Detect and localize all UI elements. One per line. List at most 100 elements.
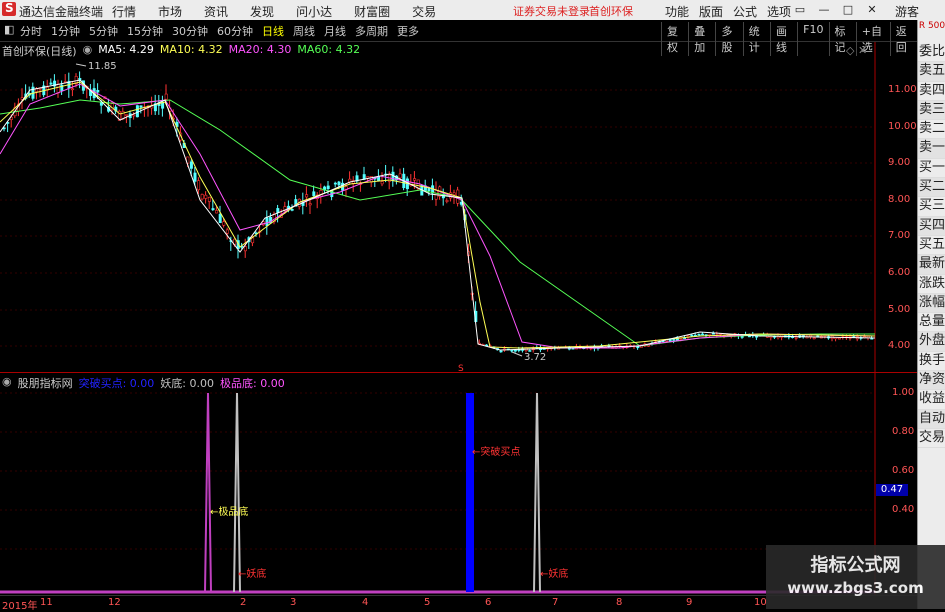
tab-period-intraday[interactable]: 分时 bbox=[20, 23, 42, 39]
current-stock: 首创环保 bbox=[589, 5, 633, 18]
candle-body bbox=[679, 338, 683, 340]
panel-toggle-icon[interactable]: ◧ bbox=[4, 23, 14, 36]
annotation-breakthrough: ←突破买点 bbox=[472, 445, 520, 458]
side-panel-item[interactable]: 卖二 bbox=[918, 120, 945, 140]
side-panel-item[interactable]: 委比 bbox=[918, 43, 945, 63]
x-tick: 2015年 bbox=[2, 601, 38, 612]
side-panel-item[interactable]: 买五 bbox=[918, 236, 945, 256]
r-indicator[interactable]: R 500 bbox=[918, 20, 945, 43]
maximize-icon[interactable]: □ bbox=[836, 2, 860, 18]
menu-item-news[interactable]: 资讯 bbox=[204, 3, 228, 20]
menu-item-quotes[interactable]: 行情 bbox=[112, 3, 136, 20]
side-panel-item[interactable]: 换手 bbox=[918, 352, 945, 372]
menu-item-market[interactable]: 市场 bbox=[158, 3, 182, 20]
side-panel-item[interactable]: 卖三 bbox=[918, 100, 945, 121]
ma60-legend: MA60: 4.32 bbox=[297, 43, 361, 56]
candle-body bbox=[211, 208, 215, 211]
period-toolbar: ◧ 分时 1分钟 5分钟 15分钟 30分钟 60分钟 日线 周线 月线 多周期… bbox=[0, 20, 917, 56]
tab-period-15min[interactable]: 15分钟 bbox=[127, 23, 163, 39]
x-tick: 5 bbox=[424, 597, 431, 608]
side-panel-item[interactable]: 卖一 bbox=[918, 139, 945, 159]
watermark-url: www.zbgs3.com bbox=[787, 579, 924, 597]
menu-item-layout[interactable]: 版面 bbox=[699, 3, 723, 20]
minimize-icon[interactable]: — bbox=[812, 2, 836, 18]
candle-body bbox=[711, 333, 715, 335]
chart-settings-icon[interactable]: ◇ ✕ bbox=[846, 44, 867, 57]
side-panel-item[interactable]: 最新 bbox=[918, 255, 945, 275]
candle-body bbox=[56, 83, 60, 94]
low-price-label: 3.72 bbox=[524, 352, 546, 363]
low-price-pointer bbox=[511, 351, 523, 357]
candle-body bbox=[132, 114, 136, 117]
side-panel-item[interactable]: 买四 bbox=[918, 216, 945, 236]
menu-item-trade[interactable]: 交易 bbox=[412, 3, 436, 20]
menu-item-wealth[interactable]: 财富圈 bbox=[354, 3, 390, 20]
candle-body bbox=[290, 209, 294, 211]
annotation-yaodi-1: ←妖底 bbox=[238, 567, 266, 580]
menu-item-formula[interactable]: 公式 bbox=[733, 3, 757, 20]
candle-body bbox=[333, 182, 337, 185]
side-panel-item[interactable]: 卖五 bbox=[918, 62, 945, 82]
side-panel-item[interactable]: 涨跌 bbox=[918, 275, 945, 294]
x-tick: 6 bbox=[485, 597, 492, 608]
candle-body bbox=[337, 181, 341, 186]
tab-period-more[interactable]: 更多 bbox=[397, 23, 419, 39]
candle-body bbox=[837, 337, 841, 340]
guest-user[interactable]: 游客 bbox=[895, 3, 919, 20]
candle-body bbox=[413, 178, 417, 181]
candle-body bbox=[225, 229, 229, 234]
side-panel-item[interactable]: 卖四 bbox=[918, 82, 945, 101]
annotation-yaodi-2: ←妖底 bbox=[540, 567, 568, 580]
menu-item-function[interactable]: 功能 bbox=[665, 3, 689, 20]
side-panel-item[interactable]: 买三 bbox=[918, 197, 945, 217]
indicator-current-value: 0.47 bbox=[876, 484, 908, 496]
side-panel-item[interactable]: 外盘 bbox=[918, 332, 945, 352]
tab-period-5min[interactable]: 5分钟 bbox=[89, 23, 118, 39]
candle-body bbox=[71, 88, 75, 91]
side-panel-item[interactable]: 自动 bbox=[918, 409, 945, 429]
candle-body bbox=[305, 194, 309, 198]
candle-body bbox=[139, 105, 143, 108]
tab-period-30min[interactable]: 30分钟 bbox=[172, 23, 208, 39]
tab-period-1min[interactable]: 1分钟 bbox=[51, 23, 80, 39]
side-panel-item[interactable]: 涨幅 bbox=[918, 293, 945, 314]
y-tick: 11.00 bbox=[888, 84, 917, 95]
tab-period-60min[interactable]: 60分钟 bbox=[217, 23, 253, 39]
ma10-line bbox=[0, 81, 876, 349]
tab-period-multi[interactable]: 多周期 bbox=[355, 23, 388, 39]
high-price-pointer bbox=[75, 63, 87, 67]
candle-body bbox=[697, 333, 701, 336]
x-tick: 12 bbox=[108, 597, 121, 608]
tab-period-weekly[interactable]: 周线 bbox=[293, 23, 315, 39]
side-panel-item[interactable]: 买一 bbox=[918, 159, 945, 179]
legend-jipindi: 极品底: 0.00 bbox=[220, 377, 285, 390]
side-panel-item[interactable]: 净资 bbox=[918, 371, 945, 391]
tab-period-monthly[interactable]: 月线 bbox=[324, 23, 346, 39]
indicator-name[interactable]: 股朋指标网 bbox=[18, 375, 73, 391]
side-panel-item[interactable]: 总量 bbox=[918, 313, 945, 333]
candle-body bbox=[812, 337, 816, 340]
side-panel-item[interactable]: 买二 bbox=[918, 178, 945, 198]
side-panel-item[interactable]: 交易 bbox=[918, 429, 945, 449]
chart-stock-name: 首创环保(日线) bbox=[2, 45, 77, 58]
sub-y-tick: 0.60 bbox=[892, 465, 915, 476]
main-candle-chart[interactable]: 11.85 3.72 S 首创环保(日线) ◉ MA5: 4.29 MA10: … bbox=[0, 42, 917, 372]
candle-body bbox=[49, 82, 53, 85]
tab-period-daily[interactable]: 日线 bbox=[262, 23, 284, 39]
menu-item-discover[interactable]: 发现 bbox=[250, 3, 274, 20]
legend-toggle-icon[interactable]: ◉ bbox=[83, 43, 93, 59]
candle-body bbox=[672, 339, 676, 341]
ma20-line bbox=[0, 83, 876, 349]
indicator-toggle-icon[interactable]: ◉ bbox=[2, 375, 12, 391]
menu-item-ask[interactable]: 问小达 bbox=[296, 3, 332, 20]
yaodi-spike-2 bbox=[533, 392, 541, 593]
x-tick: 4 bbox=[362, 597, 369, 608]
candle-body bbox=[499, 350, 503, 353]
candle-body bbox=[452, 192, 456, 196]
side-panel-item[interactable]: 收益 bbox=[918, 390, 945, 410]
candle-body bbox=[193, 172, 197, 182]
login-status[interactable]: 证券交易未登录 bbox=[513, 3, 590, 19]
close-icon[interactable]: ✕ bbox=[860, 2, 884, 18]
candle-body bbox=[197, 180, 201, 191]
skin-icon[interactable]: ▭ bbox=[788, 2, 812, 18]
